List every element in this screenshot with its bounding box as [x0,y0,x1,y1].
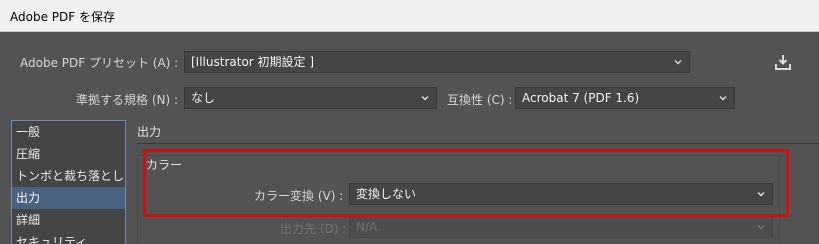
preset-label: Adobe PDF プリセット (A) : [20,56,179,70]
chevron-down-icon [674,60,682,65]
chevron-down-icon [757,225,765,230]
standard-dropdown[interactable]: なし [184,87,437,109]
compatibility-dropdown[interactable]: Acrobat 7 (PDF 1.6) [515,87,735,109]
compatibility-value: Acrobat 7 (PDF 1.6) [522,91,640,105]
standard-label: 準拠する規格 (N) : [76,93,179,107]
window-title: Adobe PDF を保存 [10,10,115,24]
save-preset-icon[interactable] [772,52,794,74]
color-conversion-dropdown[interactable]: 変換しない [349,183,773,205]
save-pdf-dialog: Adobe PDF を保存 Adobe PDF プリセット (A) : [Ill… [0,0,819,244]
standard-value: なし [191,91,216,105]
compatibility-label: 互換性 (C) : [447,93,513,107]
chevron-down-icon [421,96,429,101]
title-bar: Adobe PDF を保存 [0,0,819,32]
destination-dropdown[interactable]: N/A [349,216,773,238]
preset-value: [Illustrator 初期設定 ] [191,55,315,69]
category-item-security[interactable]: セキュリティ [12,231,125,244]
panel-title: 出力 [137,125,162,139]
chevron-down-icon [757,192,765,197]
category-item-marks-bleeds[interactable]: トンボと裁ち落とし [12,165,125,187]
category-item-advanced[interactable]: 詳細 [12,209,125,231]
category-item-general[interactable]: 一般 [12,121,125,143]
preset-dropdown[interactable]: [Illustrator 初期設定 ] [184,51,690,73]
destination-value: N/A [356,220,378,234]
category-item-output[interactable]: 出力 [12,187,125,209]
destination-label: 出力先 (D) : [280,222,347,236]
panel-divider [137,143,819,144]
color-conversion-value: 変換しない [356,187,417,201]
chevron-down-icon [719,96,727,101]
category-item-compression[interactable]: 圧縮 [12,143,125,165]
color-group-title: カラー [146,158,183,172]
category-list: 一般 圧縮 トンボと裁ち落とし 出力 詳細 セキュリティ [11,120,126,244]
color-conversion-label: カラー変換 (V) : [254,189,344,203]
